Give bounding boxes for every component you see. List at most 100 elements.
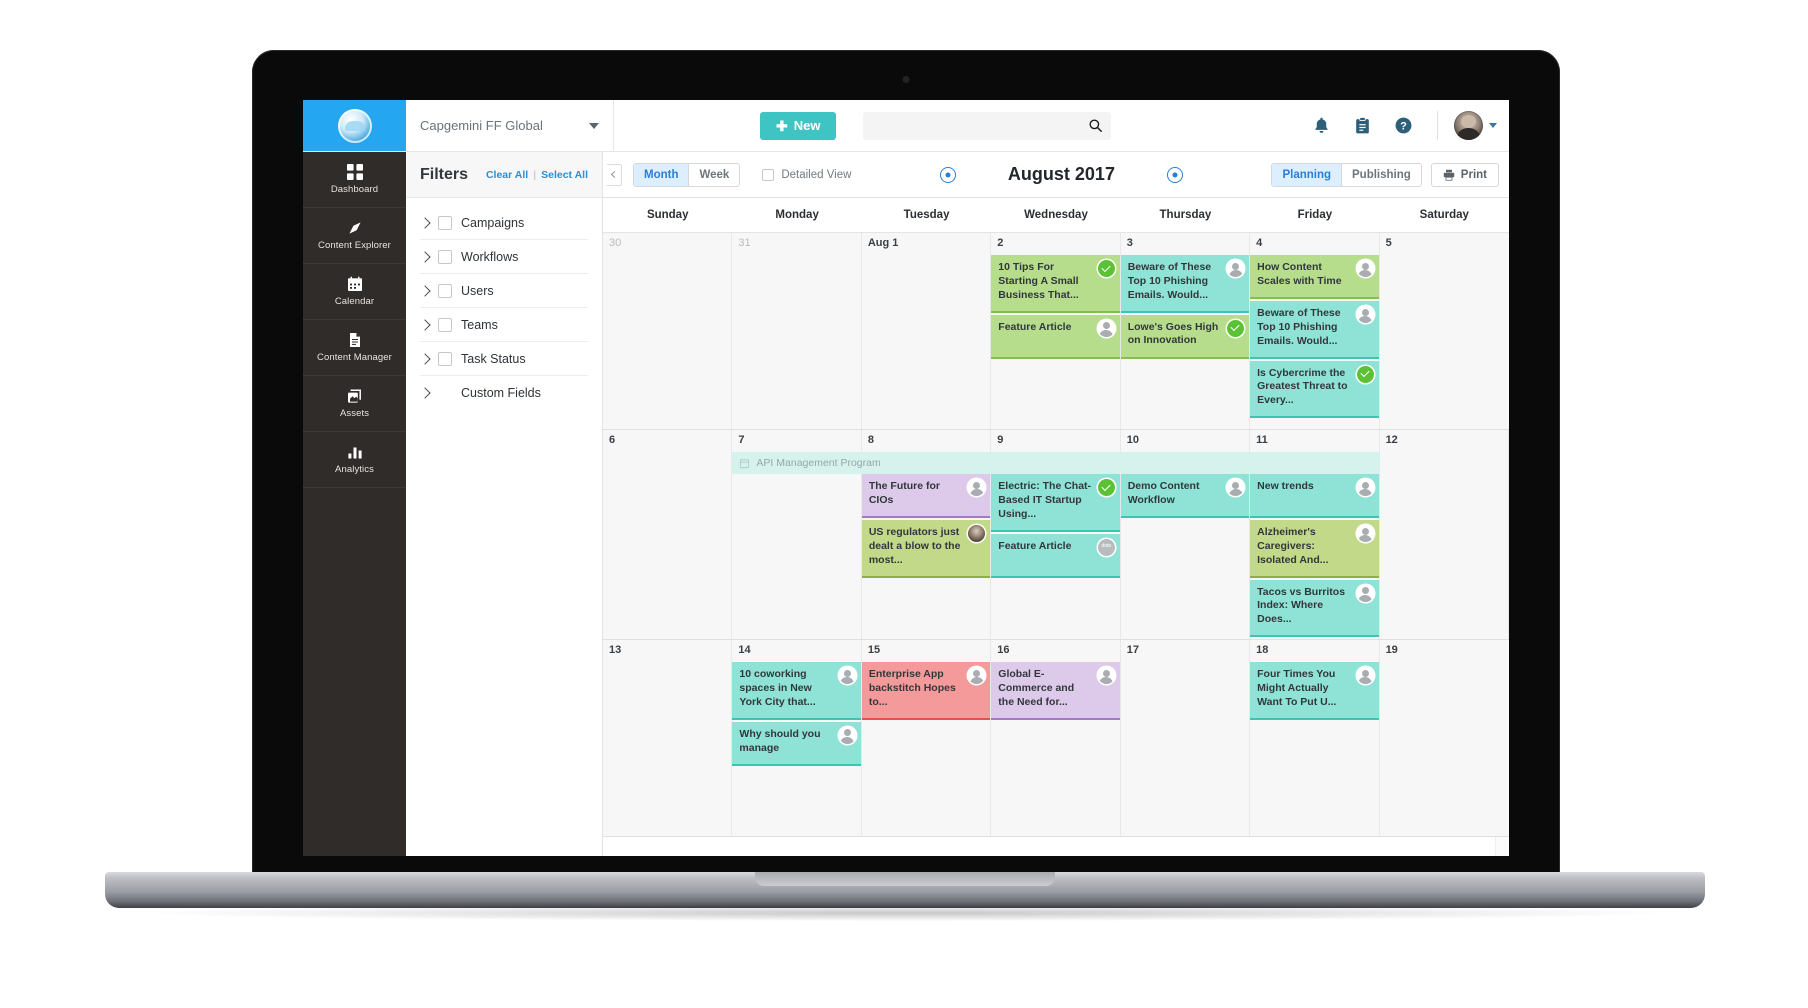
calendar-event-card[interactable]: Beware of These Top 10 Phishing Emails. …: [1250, 301, 1379, 359]
chevron-right-icon[interactable]: [419, 352, 431, 365]
help-icon[interactable]: ?: [1394, 116, 1413, 135]
filter-checkbox[interactable]: [438, 215, 452, 230]
day-number: 13: [609, 644, 622, 657]
tab-week[interactable]: Week: [688, 163, 740, 186]
search-icon[interactable]: [1088, 118, 1103, 133]
calendar-scroll-area: Sunday Monday Tuesday Wednesday Thursday…: [603, 198, 1509, 856]
calendar-day-cell[interactable]: 5: [1379, 233, 1509, 429]
calendar-day-cell[interactable]: 15 Enterprise App backstitch Hopes to...: [861, 640, 992, 837]
filter-row-workflows[interactable]: Workflows: [419, 240, 588, 274]
search-input[interactable]: [871, 118, 1088, 133]
calendar-event-card[interactable]: Tacos vs Burritos Index: Where Does...: [1250, 579, 1379, 638]
detailed-view-checkbox[interactable]: [762, 168, 775, 181]
sidebar-item-content-manager[interactable]: Content Manager: [303, 320, 406, 376]
calendar-event-card[interactable]: Feature Article: [991, 314, 1120, 359]
filter-checkbox[interactable]: [438, 283, 452, 298]
prev-month-button[interactable]: [939, 166, 956, 183]
next-month-button[interactable]: [1166, 166, 1183, 183]
filter-checkbox[interactable]: [438, 249, 452, 264]
assignee-avatar: [1227, 260, 1245, 277]
assignee-avatar: [838, 726, 856, 744]
day-number: 2: [997, 237, 1004, 249]
calendar-day-cell[interactable]: 14 10 coworking spaces in New York City t…: [732, 640, 862, 837]
calendar-event-card[interactable]: US regulators just dealt a blow to the m…: [861, 520, 991, 578]
calendar-event-card[interactable]: Electric: The Chat-Based IT Startup Usin…: [991, 474, 1120, 532]
calendar-event-card[interactable]: Alzheimer's Caregivers: Isolated And...: [1250, 520, 1379, 578]
detailed-view-toggle[interactable]: Detailed View: [762, 168, 851, 181]
calendar-event-card[interactable]: 10 Tips For Starting A Small Business Th…: [991, 255, 1120, 313]
sidebar-item-analytics[interactable]: Analytics: [303, 432, 406, 488]
filter-checkbox[interactable]: [438, 317, 452, 332]
calendar-day-cell[interactable]: Aug 1: [861, 233, 992, 429]
calendar-event-card[interactable]: Beware of These Top 10 Phishing Emails. …: [1120, 255, 1250, 313]
calendar-day-cell[interactable]: 6: [603, 430, 733, 640]
day-number: 30: [609, 237, 622, 249]
event-title: Four Times You Might Actually Want To Pu…: [1257, 668, 1337, 708]
chevron-right-icon[interactable]: [419, 250, 431, 263]
chevron-right-icon[interactable]: [419, 216, 431, 229]
campaign-banner[interactable]: API Management Program: [732, 452, 1380, 474]
search-box[interactable]: [863, 111, 1111, 140]
avatar: [1454, 111, 1483, 140]
tab-planning[interactable]: Planning: [1272, 163, 1342, 186]
calendar-day-cell[interactable]: 2 10 Tips For Starting A Small Business T…: [991, 233, 1121, 429]
calendar-day-cell[interactable]: 30: [603, 233, 733, 429]
calendar-day-cell[interactable]: 18 Four Times You Might Actually Want To …: [1250, 640, 1380, 837]
chevron-right-icon[interactable]: [419, 284, 431, 297]
filter-row-campaigns[interactable]: Campaigns: [419, 206, 588, 240]
sidebar-item-assets[interactable]: Assets: [303, 376, 406, 432]
calendar-event-card[interactable]: Lowe's Goes High on Innovation: [1120, 314, 1250, 359]
calendar-day-cell[interactable]: 13: [603, 640, 733, 837]
calendar-event-card[interactable]: Enterprise App backstitch Hopes to...: [861, 662, 991, 720]
clipboard-icon[interactable]: [1353, 116, 1372, 135]
calendar-day-cell[interactable]: 12: [1379, 430, 1509, 640]
tab-month[interactable]: Month: [634, 163, 689, 186]
filter-row-custom-fields[interactable]: Custom Fields: [419, 376, 588, 410]
calendar-event-card[interactable]: How Content Scales with Time: [1250, 255, 1379, 299]
org-selector[interactable]: Capgemini FF Global: [406, 100, 614, 151]
event-title: Tacos vs Burritos Index: Where Does...: [1257, 585, 1346, 626]
calendar-day-cell[interactable]: 4 How Content Scales with Time Beware of T…: [1250, 233, 1380, 429]
calendar-event-card[interactable]: The Future for CIOs: [861, 474, 991, 518]
select-all-link[interactable]: Select All: [541, 169, 588, 181]
calendar-event-card[interactable]: Global E-Commerce and the Need for...: [991, 662, 1120, 720]
user-menu[interactable]: [1437, 111, 1497, 140]
calendar-week-row: 13 14 10 coworking spaces in New York City…: [603, 640, 1509, 838]
calendar-day-cell[interactable]: 3 Beware of These Top 10 Phishing Emails.…: [1120, 233, 1251, 429]
collapse-panel-button[interactable]: [607, 163, 622, 186]
filter-row-task-status[interactable]: Task Status: [419, 342, 588, 376]
calendar-event-card[interactable]: Feature Article: [991, 533, 1120, 578]
filter-row-users[interactable]: Users: [419, 274, 588, 308]
day-number: 16: [997, 644, 1010, 657]
calendar-event-card[interactable]: 10 coworking spaces in New York City tha…: [732, 662, 861, 720]
new-button[interactable]: ✚ New: [760, 111, 837, 140]
event-title: Electric: The Chat-Based IT Startup Usin…: [998, 480, 1092, 520]
app-logo[interactable]: [303, 100, 406, 151]
calendar-panel: Month Week Detailed View August 2017 Pla…: [603, 152, 1509, 856]
filter-checkbox[interactable]: [438, 351, 452, 366]
sidebar-item-calendar[interactable]: Calendar: [303, 264, 406, 320]
sidebar-item-dashboard[interactable]: Dashboard: [303, 152, 406, 208]
calendar-event-card[interactable]: Four Times You Might Actually Want To Pu…: [1250, 662, 1379, 720]
chevron-right-icon[interactable]: [419, 387, 431, 399]
print-button[interactable]: Print: [1430, 162, 1499, 187]
calendar-event-card[interactable]: New trends: [1250, 474, 1379, 518]
clear-all-link[interactable]: Clear All: [486, 169, 528, 181]
sidebar-item-content-explorer[interactable]: Content Explorer: [303, 208, 406, 264]
calendar-day-cell[interactable]: 17: [1120, 640, 1251, 837]
calendar-day-cell[interactable]: 16 Global E-Commerce and the Need for...: [991, 640, 1121, 837]
calendar-event-card[interactable]: Why should you manage: [732, 721, 861, 766]
filter-row-teams[interactable]: Teams: [419, 308, 588, 342]
calendar-event-card[interactable]: Demo Content Workflow: [1120, 474, 1250, 518]
assignee-avatar: [1356, 479, 1374, 496]
bell-icon[interactable]: [1312, 116, 1331, 135]
logo-icon: [337, 108, 372, 143]
tab-publishing[interactable]: Publishing: [1341, 163, 1421, 186]
calendar-day-cell[interactable]: 31: [732, 233, 862, 429]
calendar-event-card[interactable]: Is Cybercrime the Greatest Threat to Eve…: [1250, 360, 1379, 419]
calendar-day-cell[interactable]: 19: [1379, 640, 1509, 837]
chevron-right-icon[interactable]: [419, 318, 431, 331]
weekday-friday: Friday: [1297, 209, 1333, 221]
assignee-avatar: [1227, 479, 1245, 496]
